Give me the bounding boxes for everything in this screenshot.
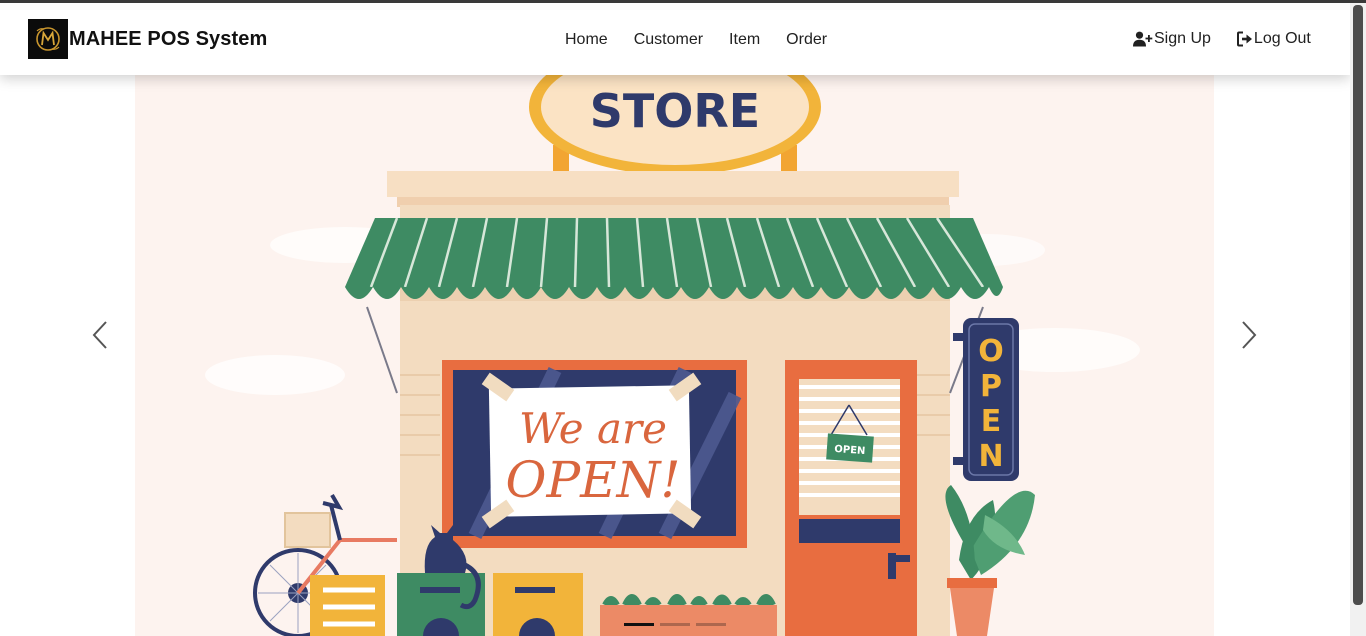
nav-actions: Sign Up Log Out (1133, 30, 1311, 48)
brand-title: MAHEE POS System (69, 27, 268, 50)
door-sign-text: OPEN (834, 444, 866, 457)
log-out-label: Log Out (1253, 30, 1311, 47)
nav-link-home[interactable]: Home (565, 31, 608, 49)
sign-out-icon (1236, 31, 1252, 47)
vertical-sign-letter-2: P (980, 369, 1002, 404)
vertical-sign-letter-4: N (978, 439, 1003, 474)
carousel-indicator-3[interactable] (696, 623, 726, 626)
store-sign-text: STORE (590, 84, 760, 138)
carousel-next-button[interactable] (1233, 315, 1263, 355)
carousel-prev-button[interactable] (86, 315, 116, 355)
brand[interactable]: MAHEE POS System (28, 19, 267, 59)
carousel-indicators (624, 623, 732, 626)
vertical-sign-letter-1: O (978, 334, 1004, 369)
chevron-left-icon (92, 321, 107, 349)
chevron-right-icon (1242, 321, 1257, 349)
carousel-indicator-1[interactable] (624, 623, 654, 626)
m-letter-logo-icon (28, 19, 68, 59)
nav-link-item[interactable]: Item (729, 31, 760, 49)
scrollbar-thumb[interactable] (1353, 5, 1363, 605)
nav-links: Home Customer Item Order (565, 31, 853, 49)
sign-up-label: Sign Up (1154, 30, 1211, 47)
image-carousel: STORE We are OPEN! OPEN O P E N (0, 75, 1350, 636)
nav-link-order[interactable]: Order (786, 31, 827, 49)
poster-text-line1: We are (519, 404, 667, 453)
carousel-indicator-2[interactable] (660, 623, 690, 626)
vertical-sign-letter-3: E (981, 404, 1002, 439)
user-plus-icon (1133, 31, 1153, 47)
navbar: MAHEE POS System Home Customer Item Orde… (0, 3, 1350, 75)
nav-link-customer[interactable]: Customer (634, 31, 703, 49)
window-top-border (0, 0, 1366, 3)
page-scrollbar[interactable] (1350, 3, 1366, 636)
poster-text-line2: OPEN! (506, 451, 681, 509)
carousel-slide-store-illustration: STORE We are OPEN! OPEN O P E N (135, 75, 1214, 636)
sign-up-link[interactable]: Sign Up (1133, 30, 1211, 48)
log-out-link[interactable]: Log Out (1236, 30, 1311, 48)
